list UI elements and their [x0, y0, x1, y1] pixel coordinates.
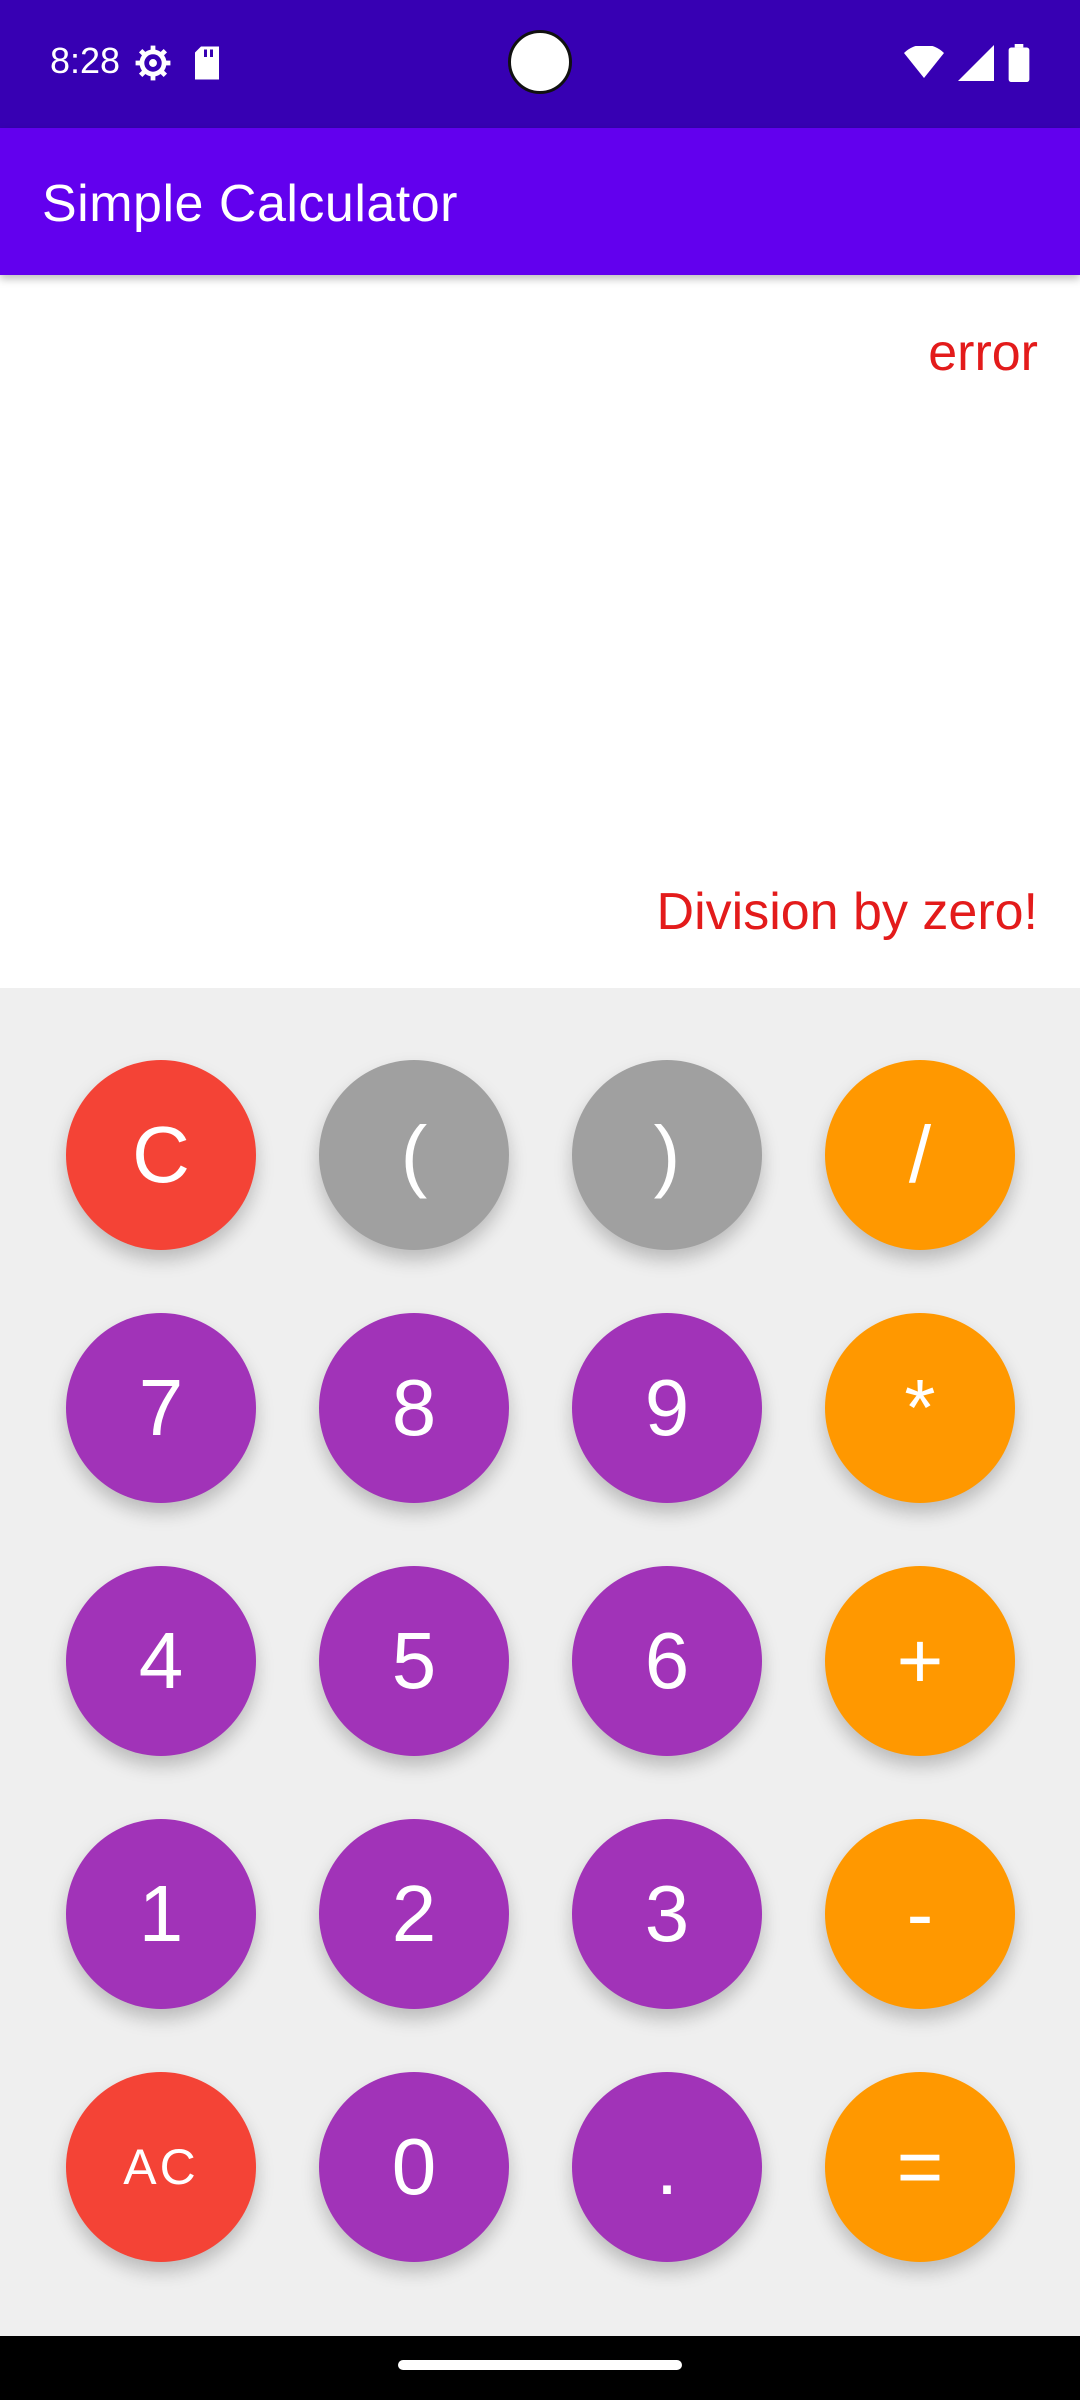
sd-card-icon: [192, 45, 222, 86]
digit-8-button[interactable]: 8: [319, 1313, 509, 1503]
digit-0-button[interactable]: 0: [319, 2072, 509, 2262]
add-button[interactable]: +: [825, 1566, 1015, 1756]
digit-2-button[interactable]: 2: [319, 1819, 509, 2009]
result-text: Division by zero!: [656, 883, 1038, 941]
close-parenthesis-button[interactable]: ): [572, 1060, 762, 1250]
settings-icon: [134, 44, 172, 87]
decimal-point-button[interactable]: .: [572, 2072, 762, 2262]
app-title: Simple Calculator: [42, 175, 458, 233]
all-clear-button[interactable]: AC: [66, 2072, 256, 2262]
digit-4-button[interactable]: 4: [66, 1566, 256, 1756]
wifi-icon: [904, 44, 944, 85]
clear-button[interactable]: C: [66, 1060, 256, 1250]
app-bar: Simple Calculator: [0, 128, 1080, 275]
camera-cutout: [508, 30, 572, 94]
equals-button[interactable]: =: [825, 2072, 1015, 2262]
open-parenthesis-button[interactable]: (: [319, 1060, 509, 1250]
digit-9-button[interactable]: 9: [572, 1313, 762, 1503]
calculator-display: error Division by zero!: [0, 275, 1080, 988]
battery-icon: [1008, 44, 1030, 87]
multiply-button[interactable]: *: [825, 1313, 1015, 1503]
home-indicator[interactable]: [398, 2360, 682, 2370]
digit-6-button[interactable]: 6: [572, 1566, 762, 1756]
digit-1-button[interactable]: 1: [66, 1819, 256, 2009]
signal-icon: [958, 45, 994, 86]
digit-3-button[interactable]: 3: [572, 1819, 762, 2009]
keypad: C ( ) / 7 8 9 * 4 5 6 + 1 2 3 - AC 0 . =: [0, 988, 1080, 2336]
digit-5-button[interactable]: 5: [319, 1566, 509, 1756]
subtract-button[interactable]: -: [825, 1819, 1015, 2009]
expression-text: error: [928, 324, 1038, 382]
digit-7-button[interactable]: 7: [66, 1313, 256, 1503]
status-time: 8:28: [50, 40, 121, 81]
navigation-bar: [0, 2336, 1080, 2400]
divide-button[interactable]: /: [825, 1060, 1015, 1250]
calculator-screen: 8:28 Simple Calculator error Division by…: [0, 0, 1080, 2400]
status-bar: 8:28: [0, 0, 1080, 128]
